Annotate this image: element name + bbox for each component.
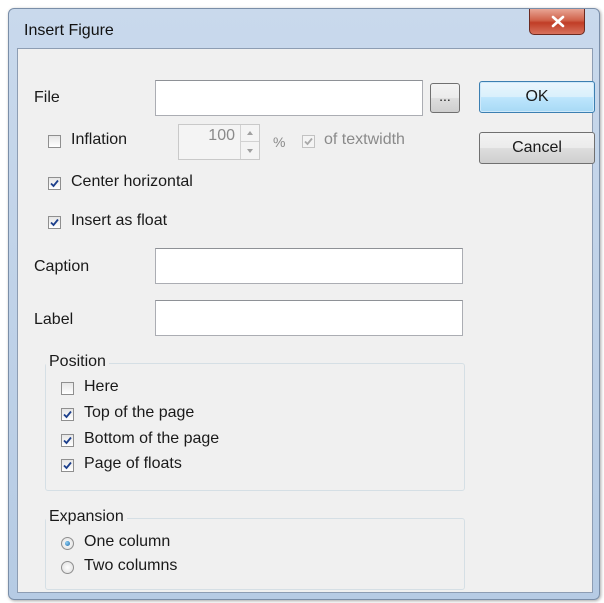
- expansion-two-columns-label: Two columns: [84, 557, 178, 574]
- title-bar: Insert Figure: [9, 9, 599, 45]
- label-field-label: Label: [34, 311, 74, 328]
- checkmark-icon: [63, 436, 72, 445]
- expansion-group: [45, 518, 465, 590]
- spin-up-icon[interactable]: [241, 125, 259, 142]
- insert-as-float-checkbox[interactable]: [48, 216, 61, 229]
- cancel-button[interactable]: Cancel: [479, 132, 595, 164]
- position-floats-checkbox[interactable]: [61, 459, 74, 472]
- checkmark-icon: [50, 179, 59, 188]
- inflation-unit: %: [273, 134, 286, 150]
- label-input[interactable]: [155, 300, 463, 336]
- window-title: Insert Figure: [24, 22, 114, 39]
- textwidth-label: of textwidth: [324, 131, 405, 148]
- file-input[interactable]: [155, 80, 423, 116]
- checkmark-icon: [304, 137, 313, 146]
- expansion-two-columns-radio[interactable]: [61, 561, 74, 574]
- position-top-label: Top of the page: [84, 404, 195, 421]
- position-here-label: Here: [84, 378, 119, 395]
- expansion-one-column-radio[interactable]: [61, 537, 74, 550]
- close-button[interactable]: [529, 9, 585, 35]
- caption-input[interactable]: [155, 248, 463, 284]
- checkmark-icon: [50, 218, 59, 227]
- position-bottom-checkbox[interactable]: [61, 434, 74, 447]
- center-horizontal-label: Center horizontal: [71, 173, 193, 190]
- checkmark-icon: [63, 461, 72, 470]
- position-floats-label: Page of floats: [84, 455, 182, 472]
- inflation-label: Inflation: [71, 131, 128, 148]
- position-here-checkbox[interactable]: [61, 382, 74, 395]
- expansion-group-title: Expansion: [46, 508, 127, 526]
- checkmark-icon: [63, 410, 72, 419]
- expansion-one-column-label: One column: [84, 533, 171, 550]
- close-icon: [551, 15, 565, 28]
- inflation-spinner[interactable]: 100: [178, 124, 260, 160]
- inflation-value: 100: [208, 127, 235, 144]
- position-group-title: Position: [46, 353, 109, 371]
- dialog-body: File ... OK Cancel Inflation 100 % of te…: [17, 48, 595, 593]
- ok-button[interactable]: OK: [479, 81, 595, 113]
- spin-down-icon[interactable]: [241, 142, 259, 159]
- inflation-checkbox[interactable]: [48, 135, 61, 148]
- center-horizontal-checkbox[interactable]: [48, 177, 61, 190]
- caption-label: Caption: [34, 258, 90, 275]
- file-label: File: [34, 89, 60, 106]
- browse-button[interactable]: ...: [430, 83, 460, 113]
- insert-figure-dialog: Insert Figure File ... OK Cancel Inflati…: [8, 8, 600, 600]
- textwidth-checkbox[interactable]: [302, 135, 315, 148]
- insert-as-float-label: Insert as float: [71, 212, 168, 229]
- position-top-checkbox[interactable]: [61, 408, 74, 421]
- position-bottom-label: Bottom of the page: [84, 430, 220, 447]
